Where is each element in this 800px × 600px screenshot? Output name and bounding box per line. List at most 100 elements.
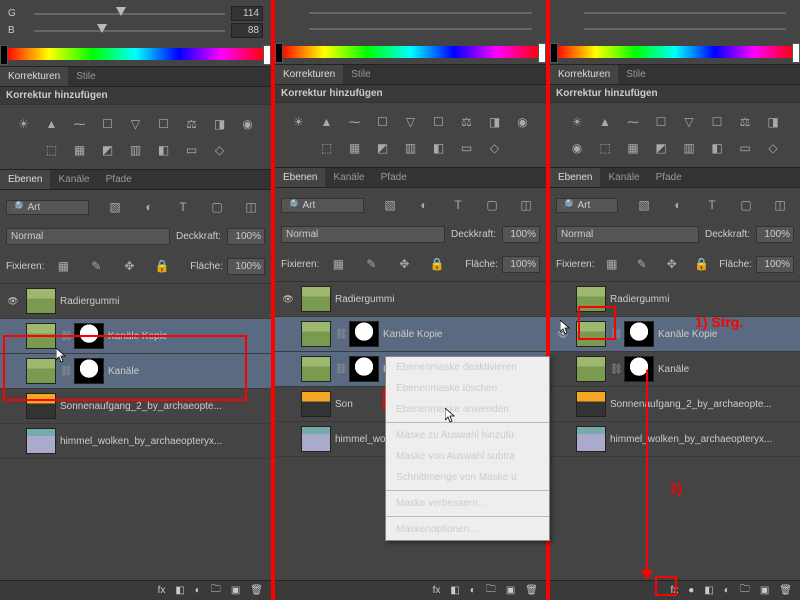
layer-row[interactable]: Sonnenaufgang_2_by_archaeopte... [550, 387, 800, 422]
filter-text-icon[interactable]: T [172, 196, 194, 218]
bw-icon[interactable]: ◨ [209, 113, 231, 135]
tab-ebenen[interactable]: Ebenen [550, 168, 600, 187]
opacity-value[interactable]: 100% [502, 226, 540, 243]
ctx-deactivate-mask[interactable]: Ebenenmaske deaktivieren [386, 357, 549, 378]
visibility-icon[interactable] [4, 329, 22, 343]
ctx-refine-mask[interactable]: Maske verbessern... [386, 493, 549, 514]
filter-adj-icon[interactable]: ◐ [138, 196, 160, 218]
layer-row[interactable]: ⛓Kanäle Kopie [0, 319, 271, 354]
opacity-value[interactable]: 100% [756, 226, 794, 243]
vibrance-icon[interactable]: ▽ [125, 113, 147, 135]
tab-stile[interactable]: Stile [68, 67, 103, 86]
panel-col-1: G114 B88 Korrekturen Stile Korrektur hin… [0, 0, 271, 600]
visibility-icon[interactable] [4, 399, 22, 413]
blend-mode[interactable]: Normal [281, 226, 445, 243]
lock-all-icon[interactable]: 🔒 [151, 255, 173, 277]
panel-col-3: KorrekturenStile Korrektur hinzufügen ☀▲… [550, 0, 800, 600]
invert-icon[interactable]: ◩ [97, 139, 119, 161]
tab-kanaele[interactable]: Kanäle [50, 170, 97, 189]
adjustment-icons: ☀ ▲ ⁓ ☐ ▽ ☐ ⚖ ◨ ◉ ⬚ ▦ ◩ ▥ ◧ ▭ ◇ [0, 105, 271, 169]
link-icon[interactable]: ⛓ [60, 331, 70, 342]
layer-row[interactable]: ⛓Kanäle Kopie [550, 317, 800, 352]
selective-icon[interactable]: ◇ [209, 139, 231, 161]
posterize-icon[interactable]: ▥ [125, 139, 147, 161]
g-slider[interactable] [34, 7, 225, 21]
lut-icon[interactable]: ▦ [69, 139, 91, 161]
lock-transparent-icon[interactable]: ▦ [52, 255, 74, 277]
layer-row[interactable]: Sonnenaufgang_2_by_archaeopte... [0, 389, 271, 424]
spectrum-bar[interactable] [281, 46, 540, 58]
tab-kanaele[interactable]: Kanäle [325, 168, 372, 187]
ctx-intersect-selection[interactable]: Schnittmenge von Maske u [386, 467, 549, 488]
ctx-delete-mask[interactable]: Ebenenmaske löschen [386, 378, 549, 399]
b-value[interactable]: 88 [231, 23, 263, 38]
layer-filter[interactable]: 🔎Art [281, 198, 364, 213]
spectrum-bar[interactable] [6, 48, 265, 60]
tab-pfade[interactable]: Pfade [373, 168, 415, 187]
adj-btn-icon[interactable]: ◐ [195, 585, 201, 596]
visibility-icon[interactable] [4, 294, 22, 308]
layers-tabs: Ebenen Kanäle Pfade [0, 169, 271, 190]
threshold-icon[interactable]: ◧ [153, 139, 175, 161]
fx-icon[interactable]: fx [158, 585, 166, 596]
levels-icon[interactable]: ▲ [41, 113, 63, 135]
mixer-icon[interactable]: ⬚ [41, 139, 63, 161]
delete-icon[interactable]: 🗑 [250, 585, 263, 596]
cursor-icon [560, 320, 572, 336]
filter-shape-icon[interactable]: ▢ [206, 196, 228, 218]
new-layer-icon[interactable]: ▣ [231, 585, 240, 596]
layer-row[interactable]: Radiergummi [0, 284, 271, 319]
visibility-icon[interactable] [4, 434, 22, 448]
tab-stile[interactable]: Stile [343, 65, 378, 84]
blend-mode[interactable]: Normal [6, 228, 170, 245]
tab-pfade[interactable]: Pfade [98, 170, 140, 189]
gradient-map-icon[interactable]: ▭ [181, 139, 203, 161]
hsl-icon[interactable]: ☐ [153, 113, 175, 135]
tab-korrekturen[interactable]: Korrekturen [550, 65, 618, 84]
annotation-arrowhead [641, 570, 653, 580]
layers-bottom-bar: fx ◧ ◐ 🗀 ▣ 🗑 [0, 580, 271, 600]
visibility-icon[interactable] [4, 364, 22, 378]
mask-btn-icon[interactable]: ◧ [175, 585, 184, 596]
link-icon[interactable]: ⛓ [60, 366, 70, 377]
layer-row[interactable]: ⛓Kanäle [550, 352, 800, 387]
g-value[interactable]: 114 [231, 6, 263, 21]
brightness-icon[interactable]: ☀ [13, 113, 35, 135]
fill-value[interactable]: 100% [227, 258, 265, 275]
tab-ebenen[interactable]: Ebenen [275, 168, 325, 187]
ctx-add-selection[interactable]: Maske zu Auswahl hinzufü [386, 425, 549, 446]
tab-stile[interactable]: Stile [618, 65, 653, 84]
layer-filter[interactable]: 🔎Art [556, 198, 618, 213]
layer-row[interactable]: ⛓Kanäle [0, 354, 271, 389]
layer-row[interactable]: Radiergummi [275, 282, 546, 317]
exposure-icon[interactable]: ☐ [97, 113, 119, 135]
tab-korrekturen[interactable]: Korrekturen [0, 67, 68, 86]
opacity-value[interactable]: 100% [227, 228, 265, 245]
layer-filter[interactable]: 🔎Art [6, 200, 89, 215]
filter-smart-icon[interactable]: ◫ [240, 196, 262, 218]
filter-img-icon[interactable]: ▧ [104, 196, 126, 218]
curves-icon[interactable]: ⁓ [69, 113, 91, 135]
lock-move-icon[interactable]: ✥ [118, 255, 140, 277]
lock-paint-icon[interactable]: ✎ [85, 255, 107, 277]
layer-row[interactable]: Radiergummi [550, 282, 800, 317]
b-label: B [8, 25, 28, 36]
group-icon[interactable]: 🗀 [211, 582, 221, 599]
tab-korrekturen[interactable]: Korrekturen [275, 65, 343, 84]
add-mask-icon[interactable]: ◧ [704, 585, 713, 596]
ctx-subtract-selection[interactable]: Maske von Auswahl subtra [386, 446, 549, 467]
layer-row[interactable]: himmel_wolken_by_archaeopteryx... [0, 424, 271, 459]
photo-filter-icon[interactable]: ◉ [237, 113, 259, 135]
ctx-mask-options[interactable]: Maskenoptionen... [386, 519, 549, 540]
lock-label: Fixieren: [6, 261, 44, 272]
balance-icon[interactable]: ⚖ [181, 113, 203, 135]
layer-row[interactable]: himmel_wolken_by_archaeopteryx... [550, 422, 800, 457]
spectrum-bar[interactable] [556, 46, 794, 58]
b-slider[interactable] [34, 24, 225, 38]
tab-pfade[interactable]: Pfade [648, 168, 690, 187]
layer-row[interactable]: ⛓Kanäle Kopie [275, 317, 546, 352]
tab-ebenen[interactable]: Ebenen [0, 170, 50, 189]
tab-kanaele[interactable]: Kanäle [600, 168, 647, 187]
ctx-apply-mask[interactable]: Ebenenmaske anwenden [386, 399, 549, 420]
blend-mode[interactable]: Normal [556, 226, 699, 243]
